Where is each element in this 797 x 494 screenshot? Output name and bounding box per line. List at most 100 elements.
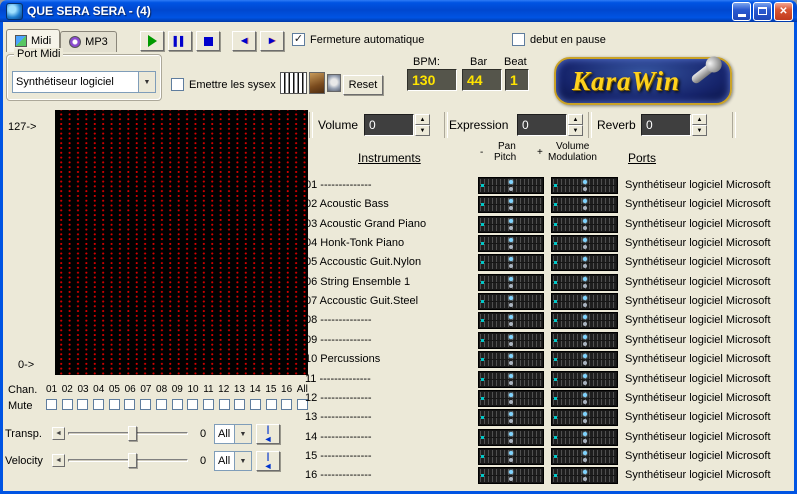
volume-modulation-slider[interactable] xyxy=(551,467,618,484)
pitch-thumb[interactable] xyxy=(509,400,513,404)
reverb-spin-down-icon[interactable]: ▼ xyxy=(692,125,707,136)
pitch-thumb[interactable] xyxy=(509,226,513,230)
modulation-thumb[interactable] xyxy=(583,303,587,307)
expression-spin-down-icon[interactable]: ▼ xyxy=(568,125,583,136)
pan-thumb[interactable] xyxy=(509,335,513,339)
pan-pitch-slider[interactable] xyxy=(478,293,544,310)
volume-modulation-slider[interactable] xyxy=(551,371,618,388)
modulation-thumb[interactable] xyxy=(583,477,587,481)
velocity-slider[interactable]: ◄ xyxy=(52,452,190,469)
port-midi-dropdown-arrow-icon[interactable]: ▼ xyxy=(138,72,155,92)
volume-thumb[interactable] xyxy=(583,238,587,242)
modulation-thumb[interactable] xyxy=(583,264,587,268)
volume-modulation-slider[interactable] xyxy=(551,390,618,407)
pitch-thumb[interactable] xyxy=(509,284,513,288)
pan-pitch-slider[interactable] xyxy=(478,351,544,368)
mute-checkbox-07[interactable] xyxy=(140,399,151,410)
minimize-button[interactable] xyxy=(732,2,751,21)
mute-checkbox-10[interactable] xyxy=(187,399,198,410)
pan-thumb[interactable] xyxy=(509,432,513,436)
pan-pitch-slider[interactable] xyxy=(478,254,544,271)
modulation-thumb[interactable] xyxy=(583,400,587,404)
modulation-thumb[interactable] xyxy=(583,245,587,249)
mute-checkbox-14[interactable] xyxy=(250,399,261,410)
pitch-thumb[interactable] xyxy=(509,361,513,365)
volume-thumb[interactable] xyxy=(583,315,587,319)
mute-checkbox-15[interactable] xyxy=(266,399,277,410)
modulation-thumb[interactable] xyxy=(583,458,587,462)
modulation-thumb[interactable] xyxy=(583,361,587,365)
volume-thumb[interactable] xyxy=(583,432,587,436)
mute-checkbox-11[interactable] xyxy=(203,399,214,410)
volume-thumb[interactable] xyxy=(583,219,587,223)
volume-modulation-slider[interactable] xyxy=(551,409,618,426)
pan-thumb[interactable] xyxy=(509,277,513,281)
pan-pitch-slider[interactable] xyxy=(478,467,544,484)
mute-checkbox-06[interactable] xyxy=(124,399,135,410)
pan-pitch-slider[interactable] xyxy=(478,177,544,194)
reverb-spin-up-icon[interactable]: ▲ xyxy=(692,114,707,125)
keyboard-icon[interactable] xyxy=(280,72,307,94)
mute-checkbox-13[interactable] xyxy=(234,399,245,410)
volume-thumb[interactable] xyxy=(583,470,587,474)
volume-thumb[interactable] xyxy=(583,374,587,378)
velocity-slider-left-icon[interactable]: ◄ xyxy=(52,454,65,467)
maximize-button[interactable] xyxy=(753,2,772,21)
modulation-thumb[interactable] xyxy=(583,322,587,326)
pitch-thumb[interactable] xyxy=(509,264,513,268)
mute-checkbox-05[interactable] xyxy=(109,399,120,410)
modulation-thumb[interactable] xyxy=(583,419,587,423)
play-button[interactable] xyxy=(140,31,164,51)
pitch-thumb[interactable] xyxy=(509,342,513,346)
expression-spin-up-icon[interactable]: ▲ xyxy=(568,114,583,125)
pan-pitch-slider[interactable] xyxy=(478,332,544,349)
velocity-slider-thumb[interactable] xyxy=(128,453,137,468)
transpose-select-arrow-icon[interactable]: ▼ xyxy=(234,425,251,443)
volume-modulation-slider[interactable] xyxy=(551,351,618,368)
mute-checkbox-08[interactable] xyxy=(156,399,167,410)
mute-checkbox-02[interactable] xyxy=(62,399,73,410)
transpose-reset-button[interactable]: |◄ xyxy=(256,424,280,444)
pitch-thumb[interactable] xyxy=(509,206,513,210)
pan-thumb[interactable] xyxy=(509,180,513,184)
transpose-slider-thumb[interactable] xyxy=(128,426,137,441)
pan-pitch-slider[interactable] xyxy=(478,216,544,233)
volume-modulation-slider[interactable] xyxy=(551,196,618,213)
pan-thumb[interactable] xyxy=(509,374,513,378)
volume-modulation-slider[interactable] xyxy=(551,448,618,465)
volume-thumb[interactable] xyxy=(583,451,587,455)
velocity-channel-select[interactable]: All ▼ xyxy=(214,451,252,471)
volume-thumb[interactable] xyxy=(583,277,587,281)
pan-thumb[interactable] xyxy=(509,451,513,455)
volume-thumb[interactable] xyxy=(583,335,587,339)
modulation-thumb[interactable] xyxy=(583,439,587,443)
sysex-checkbox[interactable]: Emettre les sysex xyxy=(171,78,276,91)
pitch-thumb[interactable] xyxy=(509,439,513,443)
instrument-icon[interactable] xyxy=(309,72,325,94)
volume-modulation-slider[interactable] xyxy=(551,274,618,291)
modulation-thumb[interactable] xyxy=(583,342,587,346)
modulation-thumb[interactable] xyxy=(583,381,587,385)
volume-thumb[interactable] xyxy=(583,180,587,184)
pitch-thumb[interactable] xyxy=(509,381,513,385)
pan-pitch-slider[interactable] xyxy=(478,371,544,388)
transpose-channel-select[interactable]: All ▼ xyxy=(214,424,252,444)
mute-checkbox-12[interactable] xyxy=(219,399,230,410)
pan-thumb[interactable] xyxy=(509,296,513,300)
mute-checkbox-16[interactable] xyxy=(281,399,292,410)
volume-thumb[interactable] xyxy=(583,199,587,203)
modulation-thumb[interactable] xyxy=(583,226,587,230)
close-button[interactable]: ✕ xyxy=(774,2,793,21)
volume-thumb[interactable] xyxy=(583,354,587,358)
start-paused-checkbox[interactable]: debut en pause xyxy=(512,33,606,46)
pan-thumb[interactable] xyxy=(509,199,513,203)
pan-thumb[interactable] xyxy=(509,315,513,319)
speaker-icon[interactable] xyxy=(327,74,341,92)
modulation-thumb[interactable] xyxy=(583,284,587,288)
pan-thumb[interactable] xyxy=(509,470,513,474)
volume-modulation-slider[interactable] xyxy=(551,312,618,329)
pitch-thumb[interactable] xyxy=(509,419,513,423)
pause-button[interactable]: ▌▌ xyxy=(168,31,192,51)
volume-thumb[interactable] xyxy=(583,257,587,261)
transpose-slider[interactable]: ◄ xyxy=(52,425,190,442)
